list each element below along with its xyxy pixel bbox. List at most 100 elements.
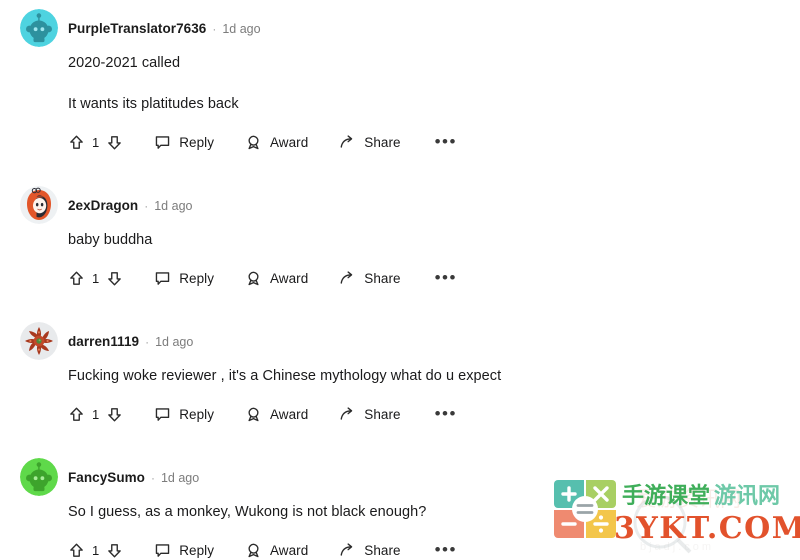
comment-thread: PurpleTranslator7636 · 1d ago 2020-2021 … (0, 0, 800, 560)
avatar[interactable] (20, 458, 58, 496)
award-ribbon-icon (248, 543, 259, 557)
comment-header: PurpleTranslator7636 · 1d ago (68, 18, 784, 40)
share-label: Share (364, 134, 401, 150)
more-options-button[interactable]: ••• (435, 132, 457, 152)
timestamp: 1d ago (222, 22, 261, 36)
upvote-button[interactable] (68, 542, 85, 559)
more-options-button[interactable]: ••• (435, 268, 457, 288)
avatar[interactable] (20, 186, 58, 224)
reply-label: Reply (179, 406, 214, 422)
vote-group: 1 (68, 406, 123, 423)
award-label: Award (270, 542, 309, 558)
downvote-button[interactable] (106, 270, 123, 287)
meta-separator: · (212, 22, 217, 36)
share-button[interactable]: Share (339, 406, 401, 423)
upvote-arrow-icon (70, 271, 83, 285)
award-label: Award (270, 270, 309, 286)
reply-label: Reply (179, 134, 214, 150)
upvote-arrow-icon (70, 135, 83, 149)
comment-paragraph: It wants its platitudes back (68, 96, 239, 112)
share-label: Share (364, 270, 401, 286)
share-button[interactable]: Share (339, 270, 401, 287)
comment-actions: 1 Reply Award Share ••• (68, 539, 784, 560)
comment-actions: 1 Reply Award Share ••• (68, 267, 784, 289)
downvote-button[interactable] (106, 406, 123, 423)
comment-bubble-icon (156, 271, 170, 285)
downvote-arrow-icon (108, 271, 122, 285)
avatar[interactable] (20, 322, 58, 360)
award-button[interactable]: Award (245, 542, 308, 559)
more-options-button[interactable]: ••• (435, 404, 457, 424)
comment-paragraph: baby buddha (68, 232, 153, 248)
comment-item: 2exDragon · 1d ago baby buddha 1 Reply A… (0, 153, 800, 289)
vote-group: 1 (68, 270, 123, 287)
reply-label: Reply (179, 542, 214, 558)
downvote-arrow-icon (108, 543, 122, 557)
downvote-arrow-icon (108, 135, 122, 149)
award-button[interactable]: Award (245, 406, 308, 423)
timestamp: 1d ago (154, 199, 193, 213)
comment-body: 2020-2021 called It wants its platitudes… (68, 53, 784, 115)
upvote-arrow-icon (70, 543, 83, 557)
award-ribbon-icon (248, 135, 259, 149)
vote-count: 1 (92, 134, 100, 150)
share-arrow-icon (340, 542, 353, 556)
vote-count: 1 (92, 270, 100, 286)
reply-button[interactable]: Reply (154, 542, 214, 559)
more-options-label: ••• (434, 132, 457, 151)
comment-bubble-icon (156, 135, 170, 149)
meta-separator: · (145, 335, 150, 349)
author-name[interactable]: PurpleTranslator7636 (68, 18, 206, 40)
timestamp: 1d ago (155, 335, 194, 349)
reply-button[interactable]: Reply (154, 134, 214, 151)
upvote-button[interactable] (68, 406, 85, 423)
more-options-label: ••• (434, 540, 457, 559)
reply-button[interactable]: Reply (154, 406, 214, 423)
comment-paragraph: So I guess, as a monkey, Wukong is not b… (68, 504, 427, 520)
award-button[interactable]: Award (245, 134, 308, 151)
more-options-button[interactable]: ••• (435, 540, 457, 560)
author-name[interactable]: FancySumo (68, 467, 145, 489)
comment-actions: 1 Reply Award Share ••• (68, 403, 784, 425)
vote-count: 1 (92, 542, 100, 558)
comment-item: FancySumo · 1d ago So I guess, as a monk… (0, 425, 800, 560)
comment-item: PurpleTranslator7636 · 1d ago 2020-2021 … (0, 0, 800, 153)
upvote-button[interactable] (68, 270, 85, 287)
comment-header: 2exDragon · 1d ago (68, 195, 784, 217)
reply-button[interactable]: Reply (154, 270, 214, 287)
reply-label: Reply (179, 270, 214, 286)
vote-group: 1 (68, 134, 123, 151)
award-label: Award (270, 134, 309, 150)
comment-body: Fucking woke reviewer , it's a Chinese m… (68, 366, 784, 387)
downvote-arrow-icon (108, 407, 122, 421)
downvote-button[interactable] (106, 134, 123, 151)
award-label: Award (270, 406, 309, 422)
comment-paragraph: Fucking woke reviewer , it's a Chinese m… (68, 368, 502, 384)
downvote-button[interactable] (106, 542, 123, 559)
share-arrow-icon (340, 406, 353, 420)
comment-item: darren1119 · 1d ago Fucking woke reviewe… (0, 289, 800, 425)
avatar[interactable] (20, 9, 58, 47)
more-options-label: ••• (434, 404, 457, 423)
meta-separator: · (150, 471, 155, 485)
comment-actions: 1 Reply Award Share ••• (68, 131, 784, 153)
share-button[interactable]: Share (339, 542, 401, 559)
vote-group: 1 (68, 542, 123, 559)
upvote-button[interactable] (68, 134, 85, 151)
comment-header: FancySumo · 1d ago (68, 467, 784, 489)
upvote-arrow-icon (70, 407, 83, 421)
comment-bubble-icon (156, 407, 170, 421)
award-ribbon-icon (248, 271, 259, 285)
author-name[interactable]: 2exDragon (68, 195, 138, 217)
comment-body: So I guess, as a monkey, Wukong is not b… (68, 502, 784, 523)
author-name[interactable]: darren1119 (68, 331, 139, 353)
award-button[interactable]: Award (245, 270, 308, 287)
share-label: Share (364, 406, 401, 422)
share-label: Share (364, 542, 401, 558)
comment-bubble-icon (156, 543, 170, 557)
timestamp: 1d ago (160, 471, 200, 485)
comment-header: darren1119 · 1d ago (68, 331, 784, 353)
vote-count: 1 (92, 406, 100, 422)
share-button[interactable]: Share (339, 134, 401, 151)
share-arrow-icon (340, 134, 353, 148)
